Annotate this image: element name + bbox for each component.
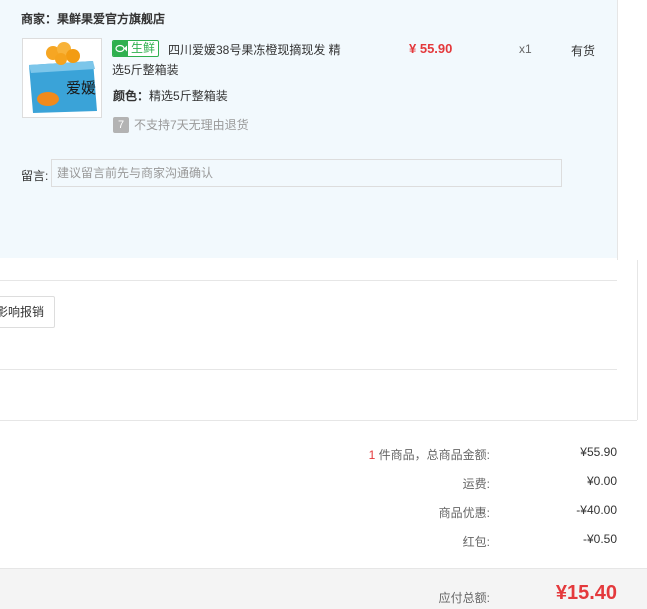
fresh-badge: 生鲜	[112, 40, 160, 57]
item-count: 1	[368, 448, 376, 462]
shipping-label: 运费:	[462, 477, 490, 491]
discount-label: 商品优惠:	[438, 506, 490, 520]
product-image-text: 爱媛	[66, 79, 96, 97]
return-policy: 7 不支持7天无理由退货	[113, 116, 249, 133]
fresh-badge-label: 生鲜	[131, 41, 156, 55]
stock-status: 有货	[571, 44, 596, 58]
item-quantity: x1	[519, 42, 532, 56]
discount-value: -¥40.00	[576, 503, 617, 517]
payable-total: ¥15.40	[555, 582, 617, 604]
product-thumbnail[interactable]: 爱媛	[22, 38, 102, 118]
goods-total-label: 1 件商品，总商品金额:	[369, 446, 490, 463]
goods-total-value: ¥55.90	[580, 445, 617, 459]
section-divider-right	[637, 260, 638, 420]
item-price: ¥ 55.90	[409, 41, 453, 56]
panel-divider-right	[617, 0, 618, 260]
redpacket-label: 红包:	[462, 535, 490, 549]
store-order-panel: 商家：果鲜果爱官方旗舰店 爱媛 四川爱媛38号果冻橙现摘现发 精选5斤整箱装 生…	[0, 0, 617, 258]
report-button[interactable]: 影响报销	[0, 296, 55, 328]
item-spec: 颜色：精选5斤整箱装	[113, 87, 228, 104]
divider	[0, 369, 617, 370]
no-return-icon: 7	[113, 116, 129, 133]
spec-key: 颜色：	[113, 89, 150, 103]
redpacket-value: -¥0.50	[582, 532, 617, 546]
product-image-icon: 爱媛	[23, 39, 101, 117]
divider	[0, 420, 637, 421]
spec-value: 精选5斤整箱装	[149, 89, 228, 103]
store-name[interactable]: 果鲜果爱官方旗舰店	[57, 12, 165, 26]
message-input[interactable]	[51, 159, 562, 187]
store-line: 商家：果鲜果爱官方旗舰店	[21, 10, 165, 27]
goods-total-text: 件商品，总商品金额:	[378, 448, 490, 462]
payable-label: 应付总额:	[438, 591, 490, 605]
divider	[0, 280, 617, 281]
store-label: 商家：	[21, 12, 58, 26]
payable-bar: 应付总额: ¥15.40	[0, 568, 647, 609]
shipping-value: ¥0.00	[586, 474, 617, 488]
return-policy-text: 不支持7天无理由退货	[134, 118, 249, 132]
message-label: 留言:	[21, 169, 49, 183]
fresh-fish-icon	[113, 41, 128, 56]
